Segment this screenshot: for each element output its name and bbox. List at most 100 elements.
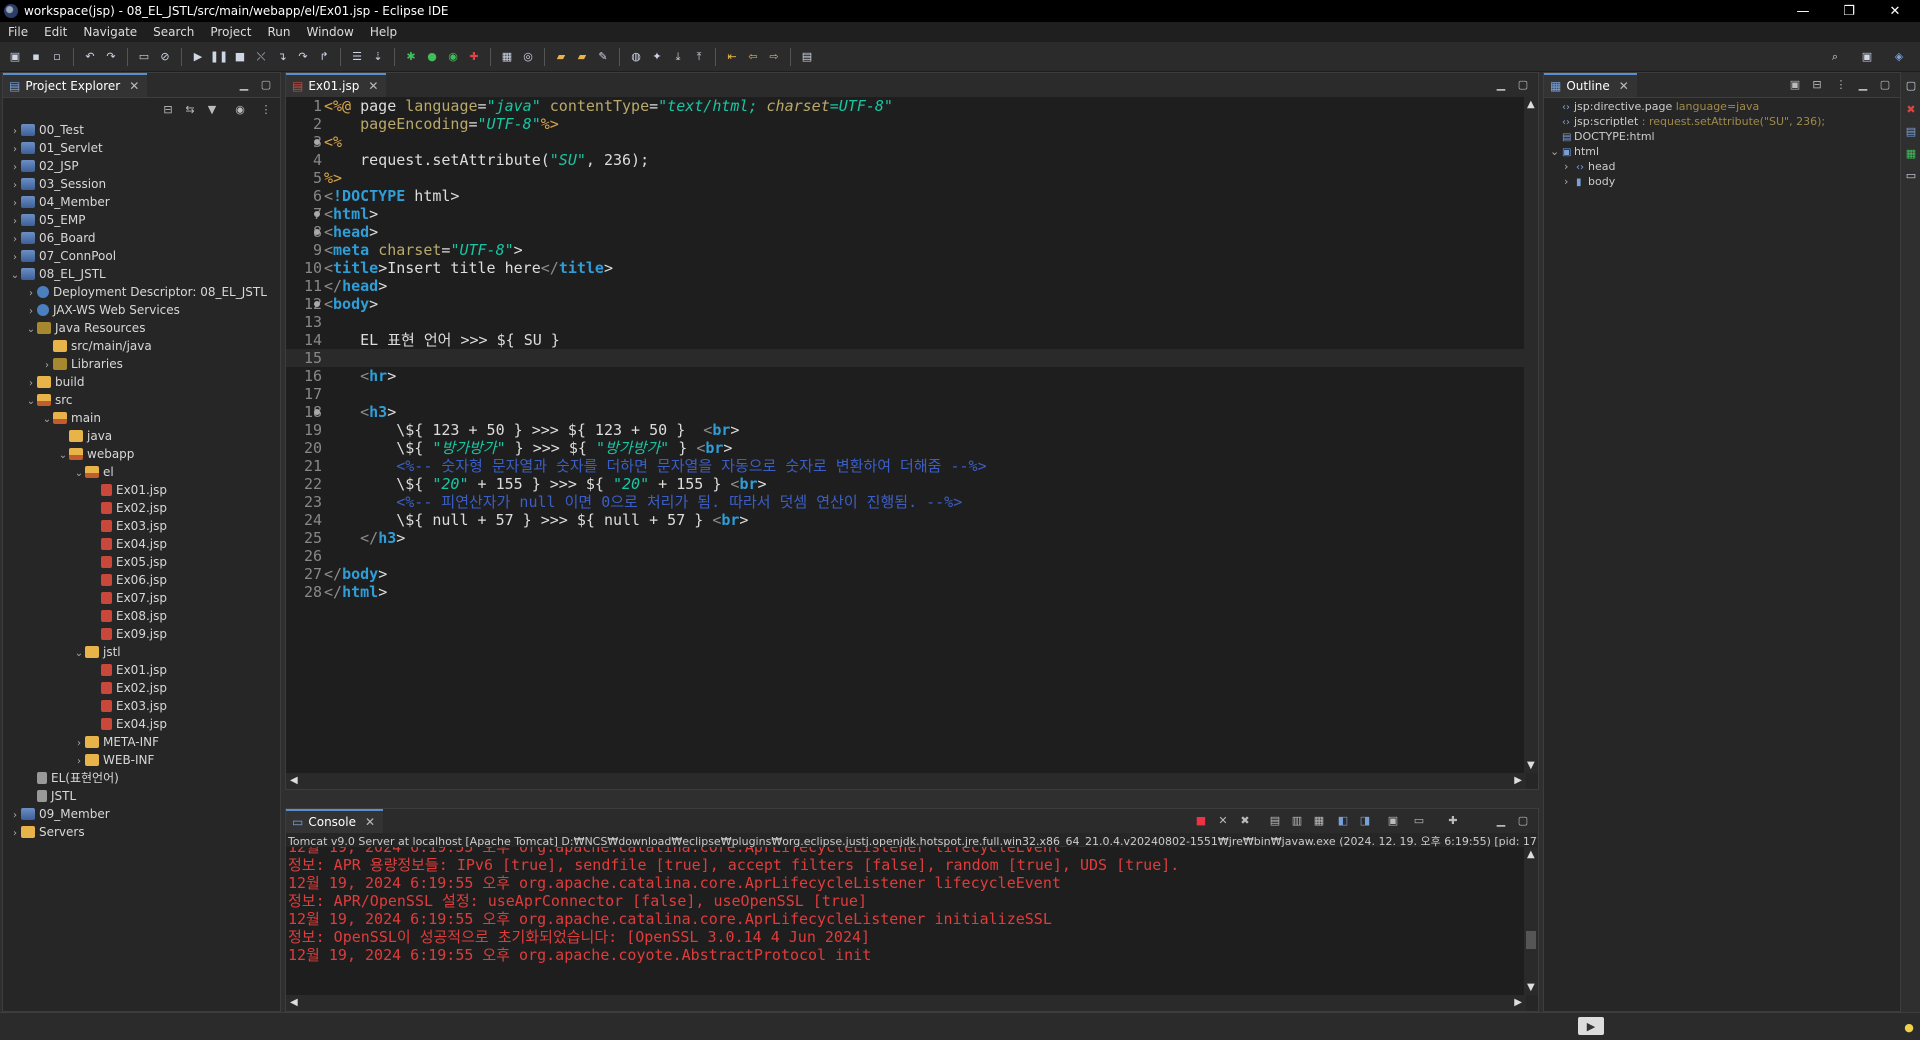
code-area[interactable]: 1 <%@ page language="java" contentType="t…: [286, 97, 1524, 773]
forward-icon[interactable]: ⇨: [765, 48, 783, 66]
code-line[interactable]: 19 \${ 123 + 50 } >>> ${ 123 + 50 } <br>: [286, 421, 1524, 439]
servers-icon[interactable]: ▦: [1902, 144, 1920, 162]
tree-item[interactable]: Ex02.jsp: [3, 499, 280, 517]
code-line[interactable]: 28 </html>: [286, 583, 1524, 601]
search-icon[interactable]: ⌕: [1826, 48, 1844, 66]
terminal-icon[interactable]: ▭: [135, 48, 153, 66]
tab-outline[interactable]: ▦ Outline ✕: [1544, 73, 1637, 97]
restore-icon[interactable]: ▢: [1902, 76, 1920, 94]
tree-item[interactable]: java: [3, 427, 280, 445]
terminate-icon[interactable]: ■: [231, 48, 249, 66]
scroll-up-icon[interactable]: ▲: [1527, 99, 1535, 110]
menu-search[interactable]: Search: [145, 25, 202, 39]
tree-item[interactable]: Ex01.jsp: [3, 481, 280, 499]
code-line[interactable]: 7<html>: [286, 205, 1524, 223]
tree-item[interactable]: › 02_JSP: [3, 157, 280, 175]
code-line[interactable]: 26: [286, 547, 1524, 565]
console-horizontal-scrollbar[interactable]: ◀ ▶: [286, 995, 1526, 1011]
tree-item[interactable]: › 09_Member: [3, 805, 280, 823]
code-line[interactable]: 16 <hr>: [286, 367, 1524, 385]
tab-ex01-jsp[interactable]: ▤ Ex01.jsp ✕: [286, 73, 387, 97]
code-line[interactable]: 8<head>: [286, 223, 1524, 241]
tree-item[interactable]: ⌄ main: [3, 409, 280, 427]
outline-item[interactable]: ⌄ ▣ html: [1544, 144, 1900, 159]
fold-marker-icon[interactable]: [314, 301, 320, 307]
tree-item[interactable]: › Deployment Descriptor: 08_EL_JSTL: [3, 283, 280, 301]
menu-file[interactable]: File: [0, 25, 36, 39]
tree-item[interactable]: › Servers: [3, 823, 280, 841]
new-server-icon[interactable]: ▦: [498, 48, 516, 66]
globe-icon[interactable]: ◍: [627, 48, 645, 66]
run-icon[interactable]: ●: [423, 48, 441, 66]
disconnect-icon[interactable]: ⤬: [252, 48, 270, 66]
outline-item[interactable]: ▤ DOCTYPE:html: [1544, 129, 1900, 144]
tree-item[interactable]: › 04_Member: [3, 193, 280, 211]
suspend-icon[interactable]: ❚❚: [210, 48, 228, 66]
collapse-all-icon[interactable]: ⊟: [161, 102, 175, 116]
code-line[interactable]: 15: [286, 349, 1524, 367]
new-icon[interactable]: ▣: [6, 48, 24, 66]
restore-button[interactable]: ❐: [1826, 0, 1872, 22]
tree-item[interactable]: ⌄ webapp: [3, 445, 280, 463]
fold-marker-icon[interactable]: [314, 229, 320, 235]
code-line[interactable]: 25 </h3>: [286, 529, 1524, 547]
maximize-view-icon[interactable]: ▢: [1878, 77, 1892, 91]
save-icon[interactable]: ▪: [27, 48, 45, 66]
tree-item[interactable]: Ex08.jsp: [3, 607, 280, 625]
new-web-project-icon[interactable]: ◎: [519, 48, 537, 66]
properties-icon[interactable]: ▤: [1902, 122, 1920, 140]
progress-icon[interactable]: ▶: [1578, 1017, 1604, 1035]
menu-window[interactable]: Window: [298, 25, 361, 39]
open-type-icon[interactable]: ▰: [552, 48, 570, 66]
code-line[interactable]: 22 \${ "20" + 155 } >>> ${ "20" + 155 } …: [286, 475, 1524, 493]
filter-icon[interactable]: ▼: [205, 102, 219, 116]
pin-console-icon[interactable]: ▣: [1386, 813, 1400, 827]
tree-item[interactable]: src/main/java: [3, 337, 280, 355]
tree-item[interactable]: Ex04.jsp: [3, 535, 280, 553]
code-line[interactable]: 5 %>: [286, 169, 1524, 187]
previous-annotation-icon[interactable]: ⤒: [690, 48, 708, 66]
tree-item[interactable]: › 07_ConnPool: [3, 247, 280, 265]
tree-item[interactable]: › 05_EMP: [3, 211, 280, 229]
show-on-stderr-icon[interactable]: ◨: [1358, 813, 1372, 827]
debug-icon[interactable]: ✱: [402, 48, 420, 66]
editor-vertical-scrollbar[interactable]: ▲ ▼: [1524, 97, 1538, 773]
tree-item[interactable]: ⌄ el: [3, 463, 280, 481]
open-console-icon[interactable]: ✚: [1446, 813, 1460, 827]
minimize-button[interactable]: —: [1780, 0, 1826, 22]
code-line[interactable]: 17: [286, 385, 1524, 403]
view-menu-icon[interactable]: ⋮: [1834, 77, 1848, 91]
show-on-stdout-icon[interactable]: ◧: [1336, 813, 1350, 827]
tree-item[interactable]: › Libraries: [3, 355, 280, 373]
tree-item[interactable]: Ex07.jsp: [3, 589, 280, 607]
menu-navigate[interactable]: Navigate: [75, 25, 145, 39]
close-icon[interactable]: ✕: [1619, 79, 1629, 93]
tree-item[interactable]: › build: [3, 373, 280, 391]
tree-item[interactable]: Ex01.jsp: [3, 661, 280, 679]
word-wrap-icon[interactable]: ▦: [1312, 813, 1326, 827]
code-line[interactable]: 12 <body>: [286, 295, 1524, 313]
tree-item[interactable]: › META-INF: [3, 733, 280, 751]
scroll-right-icon[interactable]: ▶: [1514, 775, 1522, 786]
tree-item[interactable]: › WEB-INF: [3, 751, 280, 769]
outline-item[interactable]: ‹› jsp:directive.page language=java: [1544, 99, 1900, 114]
maximize-view-icon[interactable]: ▢: [1516, 813, 1530, 827]
scroll-lock-icon[interactable]: ▥: [1290, 813, 1304, 827]
maximize-view-icon[interactable]: ▢: [1516, 77, 1530, 91]
back-icon[interactable]: ⇦: [744, 48, 762, 66]
scroll-down-icon[interactable]: ▼: [1527, 982, 1535, 993]
view-menu-icon[interactable]: ⋮: [259, 102, 273, 116]
code-line[interactable]: 24 \${ null + 57 } >>> ${ null + 57 } <b…: [286, 511, 1524, 529]
minimize-view-icon[interactable]: ▁: [237, 77, 251, 91]
menu-edit[interactable]: Edit: [36, 25, 75, 39]
scroll-left-icon[interactable]: ◀: [290, 775, 298, 786]
tree-item[interactable]: ⌄ 08_EL_JSTL: [3, 265, 280, 283]
snippets-icon[interactable]: ▭: [1902, 166, 1920, 184]
maximize-view-icon[interactable]: ▢: [259, 77, 273, 91]
tree-item[interactable]: › 00_Test: [3, 121, 280, 139]
link-with-editor-icon[interactable]: ⇆: [183, 102, 197, 116]
tree-item[interactable]: Ex05.jsp: [3, 553, 280, 571]
step-over-icon[interactable]: ↷: [294, 48, 312, 66]
minimize-view-icon[interactable]: ▁: [1494, 813, 1508, 827]
undo-icon[interactable]: ↶: [81, 48, 99, 66]
